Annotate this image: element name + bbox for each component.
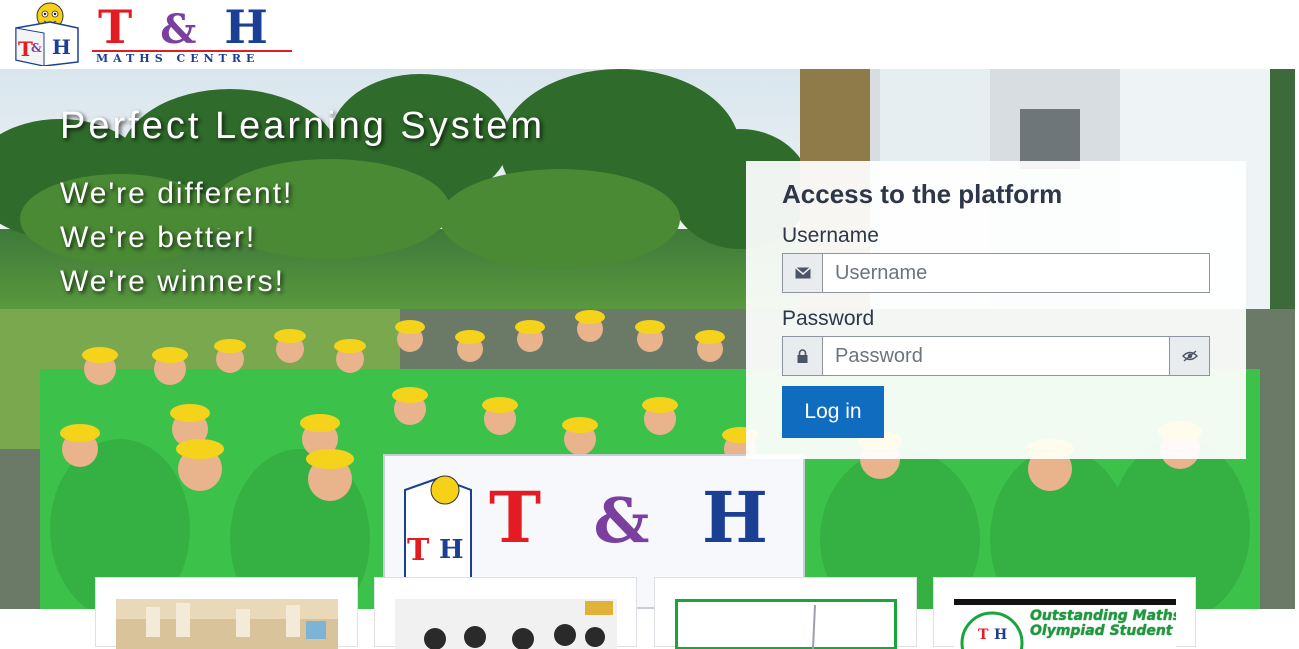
logo-letter-h: H bbox=[224, 0, 274, 54]
card-image bbox=[116, 599, 338, 649]
logo-ampersand: & bbox=[160, 6, 203, 53]
envelope-icon bbox=[783, 254, 823, 292]
svg-text:T: T bbox=[407, 533, 430, 568]
hero-tagline: We're better! bbox=[60, 221, 257, 254]
card-image bbox=[395, 599, 617, 649]
password-label: Password bbox=[782, 307, 875, 330]
feature-card[interactable] bbox=[654, 577, 917, 649]
olympiad-caption-line: Olympiad Student bbox=[1030, 623, 1173, 639]
banner-letter-h: H bbox=[701, 476, 782, 559]
svg-text:H: H bbox=[439, 535, 464, 565]
hero-tagline: We're winners! bbox=[60, 265, 285, 298]
feature-card[interactable] bbox=[374, 577, 637, 649]
login-panel: Access to the platform Username Password… bbox=[746, 161, 1246, 459]
site-header: T & H T & H MATHS CENTRE bbox=[0, 0, 1299, 69]
password-group bbox=[782, 336, 1210, 376]
card-image: T H Outstanding Maths Olympiad Student bbox=[954, 599, 1176, 649]
banner-letters: T & H bbox=[489, 476, 782, 559]
hero-tagline: We're different! bbox=[60, 177, 294, 210]
banner-letter-t: T bbox=[489, 476, 556, 559]
logo-wordmark: T & H MATHS CENTRE bbox=[92, 2, 297, 66]
login-button[interactable]: Log in bbox=[782, 386, 884, 438]
logo-subtitle: MATHS CENTRE bbox=[96, 52, 260, 65]
site-logo[interactable]: T & H T & H MATHS CENTRE bbox=[12, 2, 297, 66]
eye-slash-icon[interactable] bbox=[1169, 337, 1209, 375]
svg-text:&: & bbox=[31, 41, 42, 55]
password-input[interactable] bbox=[823, 337, 1169, 375]
olympiad-caption: Outstanding Maths Olympiad Student bbox=[1030, 609, 1176, 639]
lock-icon bbox=[783, 337, 823, 375]
card-image bbox=[675, 599, 897, 649]
feature-card[interactable] bbox=[95, 577, 358, 649]
login-title: Access to the platform bbox=[782, 179, 1063, 209]
svg-text:T: T bbox=[978, 627, 989, 643]
banner-logo-icon: T H bbox=[404, 475, 472, 590]
logo-cube-icon: T & H bbox=[15, 2, 79, 66]
logo-letter-t: T bbox=[98, 0, 139, 54]
logo-letters: T & H bbox=[98, 2, 274, 55]
hero-title: Perfect Learning System bbox=[60, 105, 546, 147]
feature-cards: T H Outstanding Maths Olympiad Student bbox=[0, 577, 1299, 649]
hero-banner: Perfect Learning System We're different!… bbox=[0, 69, 1295, 609]
olympiad-caption-line: Outstanding Maths bbox=[1030, 608, 1176, 624]
svg-text:H: H bbox=[994, 627, 1007, 643]
username-input[interactable] bbox=[823, 254, 1209, 292]
banner-ampersand: & bbox=[593, 484, 664, 557]
username-group bbox=[782, 253, 1210, 293]
feature-card[interactable]: T H Outstanding Maths Olympiad Student bbox=[933, 577, 1196, 649]
svg-text:H: H bbox=[52, 35, 71, 59]
username-label: Username bbox=[782, 224, 879, 247]
